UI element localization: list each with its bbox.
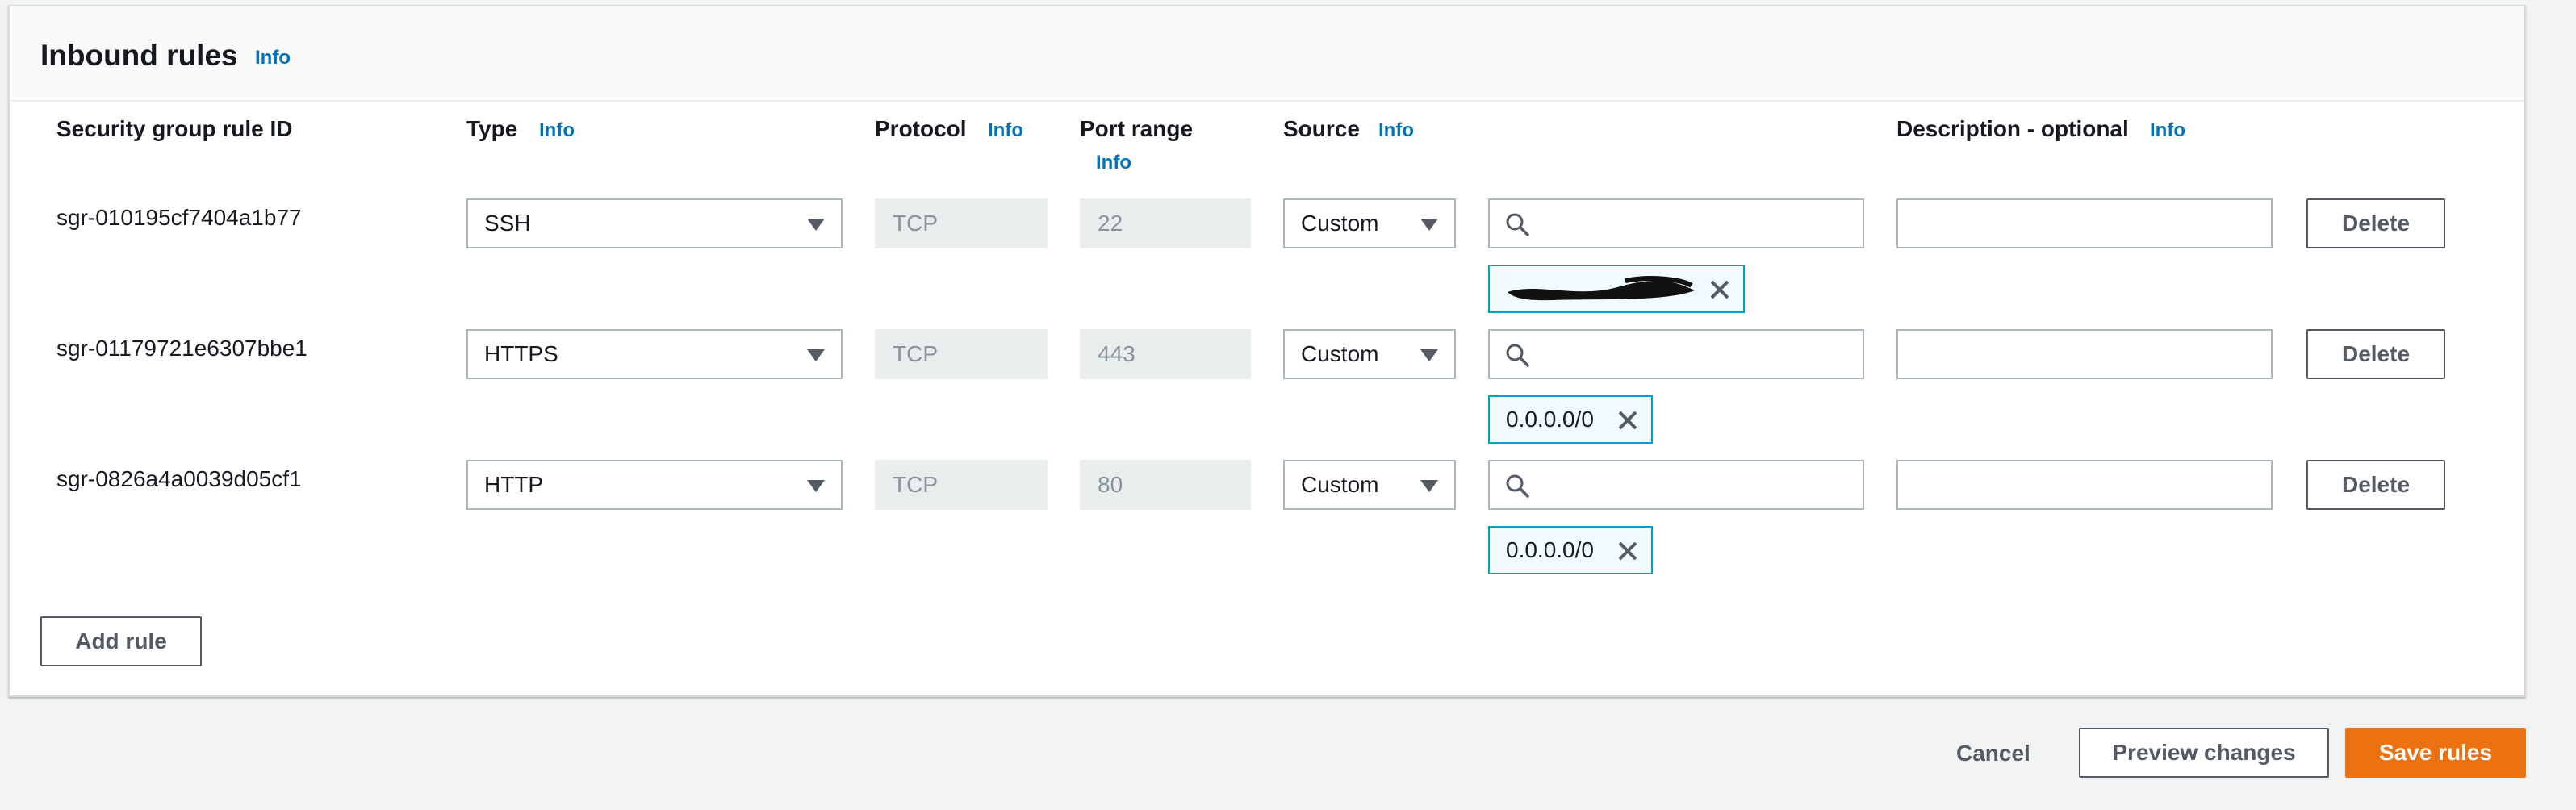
rule-id: sgr-01179721e6307bbe1 [56, 336, 307, 361]
description-info-link[interactable]: Info [2150, 119, 2185, 142]
caret-down-icon [1420, 349, 1438, 361]
delete-button[interactable]: Delete [2306, 460, 2445, 510]
source-search-input[interactable] [1488, 198, 1864, 248]
rule-id: sgr-0826a4a0039d05cf1 [56, 466, 302, 491]
description-input[interactable] [1896, 198, 2273, 248]
remove-token-icon[interactable] [1708, 278, 1732, 302]
protocol-field: TCP [875, 329, 1048, 379]
add-rule-button[interactable]: Add rule [40, 616, 202, 666]
delete-button[interactable]: Delete [2306, 329, 2445, 379]
type-select[interactable]: HTTP [466, 460, 843, 510]
source-search-input[interactable] [1488, 460, 1864, 510]
preview-changes-button[interactable]: Preview changes [2079, 728, 2329, 778]
source-select[interactable]: Custom [1283, 198, 1456, 248]
port-range-field: 22 [1080, 198, 1251, 248]
type-select[interactable]: HTTPS [466, 329, 843, 379]
caret-down-icon [1420, 480, 1438, 492]
description-input[interactable] [1896, 329, 2273, 379]
port-range-field: 80 [1080, 460, 1251, 510]
source-info-link[interactable]: Info [1378, 119, 1414, 142]
type-select-value: HTTP [484, 472, 544, 497]
inbound-rules-panel: Inbound rules Info Security group rule I… [8, 5, 2526, 697]
col-header-protocol: Protocol [875, 116, 967, 141]
type-info-link[interactable]: Info [539, 119, 575, 142]
source-token-label: 0.0.0.0/0 [1506, 537, 1594, 562]
source-token: 0.0.0.0/0 [1488, 526, 1653, 574]
port-range-info-link[interactable]: Info [1096, 152, 1131, 174]
protocol-field: TCP [875, 460, 1048, 510]
source-select-value: Custom [1301, 341, 1379, 366]
col-header-rule-id: Security group rule ID [56, 116, 293, 141]
col-header-source: Source [1283, 116, 1360, 141]
caret-down-icon [807, 480, 825, 492]
description-input[interactable] [1896, 460, 2273, 510]
source-select-value: Custom [1301, 211, 1379, 236]
source-select-value: Custom [1301, 472, 1379, 497]
protocol-field: TCP [875, 198, 1048, 248]
search-icon [1506, 474, 1529, 498]
delete-button[interactable]: Delete [2306, 198, 2445, 248]
redacted-ip-scribble [1508, 276, 1695, 301]
type-select-value: HTTPS [484, 341, 558, 366]
source-select[interactable]: Custom [1283, 460, 1456, 510]
port-range-field: 443 [1080, 329, 1251, 379]
col-header-description: Description - optional [1896, 116, 2129, 141]
search-icon [1506, 344, 1529, 367]
source-token [1488, 265, 1745, 313]
panel-title: Inbound rules [40, 39, 238, 72]
caret-down-icon [1420, 219, 1438, 231]
type-select[interactable]: SSH [466, 198, 843, 248]
col-header-port-range: Port range [1080, 116, 1194, 141]
panel-info-link[interactable]: Info [255, 47, 291, 69]
rule-id: sgr-010195cf7404a1b77 [56, 205, 302, 230]
panel-header: Inbound rules Info [10, 6, 2524, 102]
source-search-input[interactable] [1488, 329, 1864, 379]
search-icon [1506, 213, 1529, 236]
source-token: 0.0.0.0/0 [1488, 395, 1653, 444]
caret-down-icon [807, 349, 825, 361]
save-rules-button[interactable]: Save rules [2345, 728, 2526, 778]
source-select[interactable]: Custom [1283, 329, 1456, 379]
remove-token-icon[interactable] [1616, 539, 1640, 563]
source-token-label: 0.0.0.0/0 [1506, 407, 1594, 432]
remove-token-icon[interactable] [1616, 408, 1640, 432]
cancel-button[interactable]: Cancel [1956, 741, 2030, 766]
col-header-type: Type [466, 116, 518, 141]
type-select-value: SSH [484, 211, 531, 236]
caret-down-icon [807, 219, 825, 231]
protocol-info-link[interactable]: Info [988, 119, 1023, 142]
